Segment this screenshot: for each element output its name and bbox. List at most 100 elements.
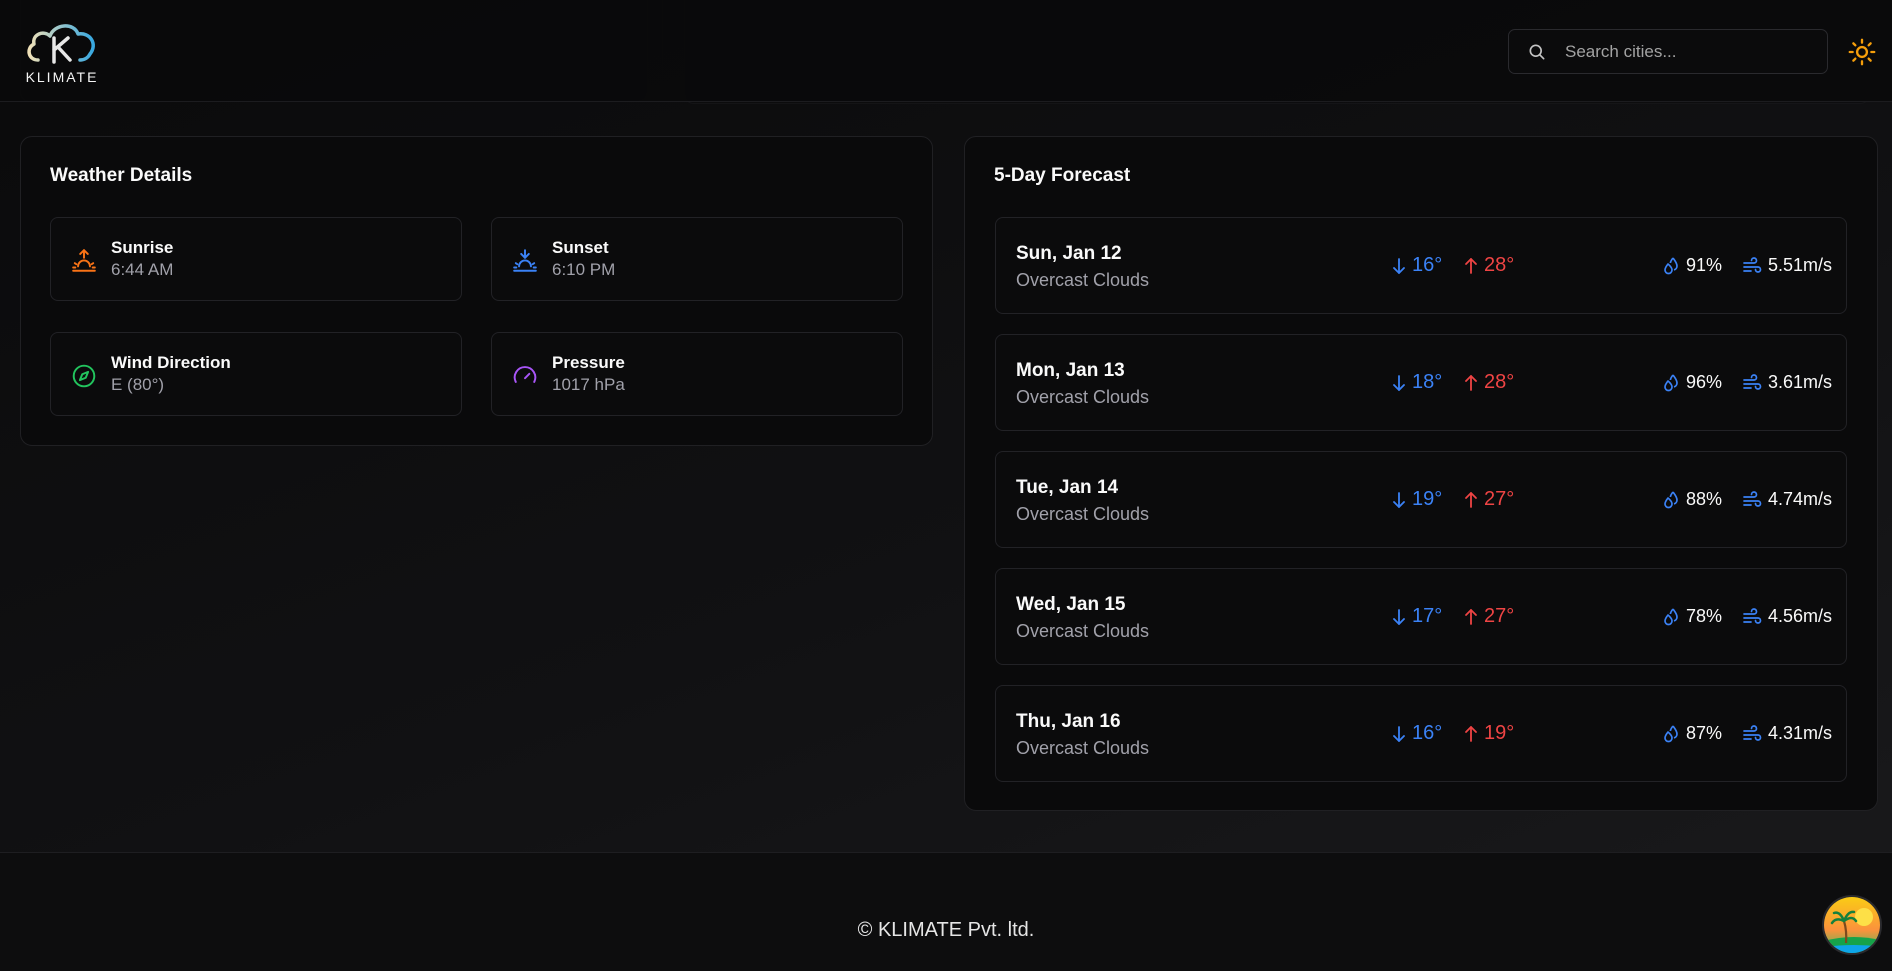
app-page: KLIMATE Search cities... Weather Details… <box>0 0 1892 971</box>
humidity: 96% <box>1662 372 1722 393</box>
arrow-down-icon <box>1393 257 1405 274</box>
detail-label: Wind Direction <box>111 353 231 372</box>
search-icon <box>1529 44 1545 60</box>
sunset-icon <box>513 249 537 272</box>
forecast-description: Overcast Clouds <box>1016 504 1150 524</box>
max-temp-value: 27° <box>1484 605 1515 627</box>
max-temp: 19° <box>1463 722 1514 745</box>
wind-icon <box>1743 256 1762 273</box>
arrow-down-icon <box>1393 374 1405 391</box>
detail-pressure: Pressure 1017 hPa <box>491 332 903 416</box>
max-temp: 28° <box>1463 371 1514 394</box>
forecast-description: Overcast Clouds <box>1016 738 1150 758</box>
weather-details-title: Weather Details <box>50 165 193 186</box>
wind: 5.51m/s <box>1742 255 1832 276</box>
min-temp: 18° <box>1391 371 1442 394</box>
search-box[interactable] <box>1508 29 1828 74</box>
humidity-value: 96% <box>1686 372 1723 392</box>
forecast-description: Overcast Clouds <box>1016 621 1150 641</box>
search-input[interactable] <box>1563 40 1803 63</box>
footer: © KLIMATE Pvt. ltd. <box>0 852 1892 971</box>
weather-details-card: Weather Details Sunrise 6:44 AM Sunset 6… <box>20 136 933 446</box>
detail-value: 6:10 PM <box>552 260 616 279</box>
min-temp: 16° <box>1391 254 1442 277</box>
forecast-date: Tue, Jan 14 <box>1016 477 1119 498</box>
droplets-icon <box>1664 607 1678 625</box>
forecast-description: Overcast Clouds <box>1016 387 1150 407</box>
detail-wind-direction: Wind Direction E (80°) <box>50 332 462 416</box>
humidity: 78% <box>1662 606 1722 627</box>
wind-icon <box>1743 373 1762 390</box>
forecast-row: Wed, Jan 15 Overcast Clouds 17° 27° 78% … <box>995 568 1847 665</box>
detail-label: Sunrise <box>111 238 174 257</box>
humidity-value: 87% <box>1686 723 1723 743</box>
header: KLIMATE <box>0 0 1892 102</box>
min-temp-value: 17° <box>1412 605 1443 627</box>
forecast-date: Sun, Jan 12 <box>1016 243 1122 264</box>
wind-value: 4.56m/s <box>1768 606 1833 626</box>
arrow-up-icon <box>1465 374 1477 391</box>
avatar[interactable] <box>1822 895 1882 955</box>
max-temp: 27° <box>1463 605 1514 628</box>
humidity-value: 88% <box>1686 489 1723 509</box>
humidity: 91% <box>1662 255 1722 276</box>
forecast-description: Overcast Clouds <box>1016 270 1150 290</box>
max-temp-value: 28° <box>1484 371 1515 393</box>
min-temp-value: 16° <box>1412 722 1443 744</box>
max-temp: 27° <box>1463 488 1514 511</box>
droplets-icon <box>1664 724 1678 742</box>
min-temp: 16° <box>1391 722 1442 745</box>
wind-value: 5.51m/s <box>1768 255 1833 275</box>
wind-icon <box>1743 607 1762 624</box>
min-temp-value: 18° <box>1412 371 1443 393</box>
logo-link[interactable]: KLIMATE <box>20 16 104 88</box>
theme-toggle-button[interactable] <box>1846 36 1878 68</box>
forecast-card: 5-Day Forecast Sun, Jan 12 Overcast Clou… <box>964 136 1878 811</box>
wind: 4.74m/s <box>1742 489 1832 510</box>
arrow-up-icon <box>1465 491 1477 508</box>
forecast-date: Mon, Jan 13 <box>1016 360 1125 381</box>
wind: 4.31m/s <box>1742 723 1832 744</box>
wind: 4.56m/s <box>1742 606 1832 627</box>
max-temp-value: 19° <box>1484 722 1515 744</box>
detail-sunrise: Sunrise 6:44 AM <box>50 217 462 301</box>
arrow-down-icon <box>1393 608 1405 625</box>
arrow-up-icon <box>1465 257 1477 274</box>
forecast-date: Thu, Jan 16 <box>1016 711 1121 732</box>
arrow-up-icon <box>1465 608 1477 625</box>
logo-text: KLIMATE <box>25 69 99 85</box>
forecast-date: Wed, Jan 15 <box>1016 594 1126 615</box>
forecast-row: Mon, Jan 13 Overcast Clouds 18° 28° 96% … <box>995 334 1847 431</box>
max-temp-value: 28° <box>1484 254 1515 276</box>
arrow-up-icon <box>1465 725 1477 742</box>
max-temp-value: 27° <box>1484 488 1515 510</box>
detail-value: 1017 hPa <box>552 375 625 394</box>
humidity: 87% <box>1662 723 1722 744</box>
arrow-down-icon <box>1393 725 1405 742</box>
wind-value: 3.61m/s <box>1768 372 1833 392</box>
detail-label: Sunset <box>552 238 609 257</box>
min-temp-value: 16° <box>1412 254 1443 276</box>
droplets-icon <box>1664 373 1678 391</box>
footer-copyright: © KLIMATE Pvt. ltd. <box>857 919 1035 941</box>
min-temp-value: 19° <box>1412 488 1443 510</box>
gauge-icon <box>513 366 537 383</box>
humidity-value: 91% <box>1686 255 1723 275</box>
wind-value: 4.74m/s <box>1768 489 1833 509</box>
detail-label: Pressure <box>552 353 625 372</box>
humidity: 88% <box>1662 489 1722 510</box>
wind-value: 4.31m/s <box>1768 723 1833 743</box>
forecast-row: Thu, Jan 16 Overcast Clouds 16° 19° 87% … <box>995 685 1847 782</box>
min-temp: 19° <box>1391 488 1442 511</box>
sun-icon <box>1848 38 1876 66</box>
arrow-down-icon <box>1393 491 1405 508</box>
forecast-title: 5-Day Forecast <box>994 165 1131 186</box>
min-temp: 17° <box>1391 605 1442 628</box>
wind-icon <box>1743 724 1762 741</box>
detail-value: E (80°) <box>111 375 165 394</box>
humidity-value: 78% <box>1686 606 1723 626</box>
sunrise-icon <box>72 249 96 272</box>
wind: 3.61m/s <box>1742 372 1832 393</box>
forecast-row: Sun, Jan 12 Overcast Clouds 16° 28° 91% … <box>995 217 1847 314</box>
max-temp: 28° <box>1463 254 1514 277</box>
